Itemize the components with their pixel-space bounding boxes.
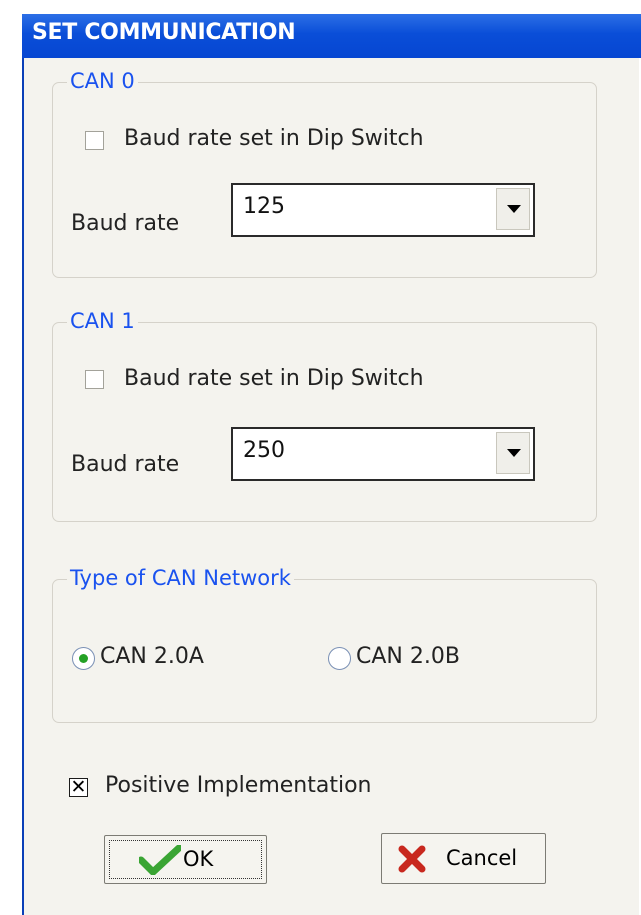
can0-group: CAN 0 <box>52 68 597 278</box>
can-2-0a-radio[interactable] <box>72 647 95 670</box>
can1-baud-label: Baud rate <box>71 452 180 477</box>
can1-legend: CAN 1 <box>67 308 138 334</box>
can0-baud-label: Baud rate <box>71 211 180 236</box>
can1-baud-rate-select[interactable]: 250 <box>231 427 535 481</box>
can-2-0b-radio[interactable] <box>328 647 351 670</box>
network-type-legend: Type of CAN Network <box>67 565 294 591</box>
window-title: SET COMMUNICATION <box>32 20 296 45</box>
can0-dip-switch-label: Baud rate set in Dip Switch <box>124 126 424 151</box>
positive-implementation-checkbox[interactable]: ✕ <box>69 776 88 798</box>
chevron-down-icon[interactable] <box>496 188 530 230</box>
can0-baud-rate-select[interactable]: 125 <box>231 183 535 237</box>
can-2-0a-label: CAN 2.0A <box>100 644 204 669</box>
can0-dip-switch-checkbox[interactable] <box>85 131 104 150</box>
cancel-button[interactable]: Cancel <box>381 833 546 884</box>
checkmark-icon <box>139 845 181 875</box>
can1-group: CAN 1 <box>52 308 597 522</box>
x-mark-icon <box>398 845 426 873</box>
positive-implementation-label: Positive Implementation <box>105 773 372 798</box>
title-bar[interactable]: SET COMMUNICATION <box>22 14 641 58</box>
chevron-down-icon[interactable] <box>496 432 530 474</box>
can1-baud-rate-value: 250 <box>243 438 285 463</box>
ok-button[interactable]: OK <box>104 835 267 884</box>
check-x-icon: ✕ <box>70 776 87 798</box>
can1-dip-switch-checkbox[interactable] <box>85 370 104 389</box>
can1-dip-switch-label: Baud rate set in Dip Switch <box>124 366 424 391</box>
can-2-0b-label: CAN 2.0B <box>356 644 460 669</box>
cancel-label: Cancel <box>446 846 518 870</box>
ok-label: OK <box>183 847 214 871</box>
can0-baud-rate-value: 125 <box>243 194 285 219</box>
can0-legend: CAN 0 <box>67 68 138 94</box>
